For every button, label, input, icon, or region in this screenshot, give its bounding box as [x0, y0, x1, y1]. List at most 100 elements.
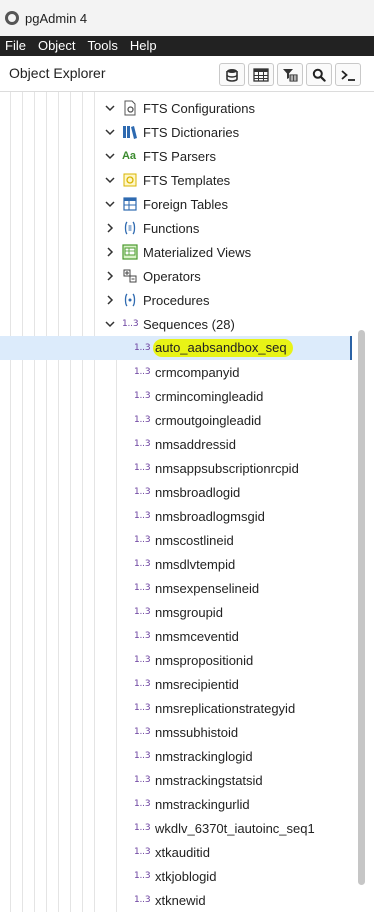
- tree-node-sequence-selected[interactable]: 1..3 auto_aabsandbox_seq: [0, 336, 352, 360]
- sequence-icon: 1..3: [134, 535, 151, 545]
- terminal-icon[interactable]: [335, 63, 361, 86]
- materialized-view-icon: [122, 244, 138, 260]
- tree-node-label: FTS Templates: [143, 172, 231, 188]
- tree-node-fts-dictionaries[interactable]: FTS Dictionaries: [0, 120, 352, 144]
- chevron-right-icon[interactable]: [104, 294, 116, 306]
- tree-node-procedures[interactable]: Procedures: [0, 288, 352, 312]
- tree-node-label: Procedures: [143, 292, 210, 308]
- sequence-icon: 1..3: [134, 583, 151, 593]
- fts-parser-icon: Aa: [121, 150, 137, 162]
- sequence-label: nmsgroupid: [155, 604, 223, 620]
- sequence-label: nmsexpenselineid: [155, 580, 260, 596]
- tree-node-sequence[interactable]: 1..3 nmsbroadlogid: [0, 480, 352, 504]
- tree-node-sequence[interactable]: 1..3 nmsappsubscriptionrcpid: [0, 456, 352, 480]
- tree-node-functions[interactable]: Functions: [0, 216, 352, 240]
- tree-node-sequence[interactable]: 1..3 nmsrecipientid: [0, 672, 352, 696]
- fts-template-icon: [122, 172, 138, 188]
- sequence-icon: 1..3: [134, 631, 151, 641]
- chevron-down-icon[interactable]: [104, 174, 116, 186]
- menu-bar: File Object Tools Help: [0, 36, 374, 56]
- sequence-icon: 1..3: [134, 775, 151, 785]
- title-bar: pgAdmin 4: [0, 0, 374, 36]
- sequence-icon: 1..3: [134, 343, 151, 353]
- sequence-icon: 1..3: [134, 439, 151, 449]
- chevron-right-icon[interactable]: [104, 222, 116, 234]
- sequence-icon: 1..3: [134, 487, 151, 497]
- tree-node-sequence[interactable]: 1..3 crmcompanyid: [0, 360, 352, 384]
- sequence-label: crmcompanyid: [155, 364, 240, 380]
- tree-node-sequence[interactable]: 1..3 nmsgroupid: [0, 600, 352, 624]
- sequence-icon: 1..3: [134, 823, 151, 833]
- explorer-toolbar: [219, 63, 361, 86]
- fts-dictionary-icon: [122, 124, 138, 140]
- tree-node-sequence[interactable]: 1..3 nmspropositionid: [0, 648, 352, 672]
- tree-node-sequence[interactable]: 1..3 nmsbroadlogmsgid: [0, 504, 352, 528]
- sequence-icon: 1..3: [134, 679, 151, 689]
- sequence-label: nmsmceventid: [155, 628, 239, 644]
- tree-node-sequence[interactable]: 1..3 nmsreplicationstrategyid: [0, 696, 352, 720]
- chevron-down-icon[interactable]: [104, 126, 116, 138]
- tree-node-sequence[interactable]: 1..3 nmsexpenselineid: [0, 576, 352, 600]
- sequence-label: nmssubhistoid: [155, 724, 239, 740]
- tree-node-sequence[interactable]: 1..3 crmincomingleadid: [0, 384, 352, 408]
- fts-configuration-icon: [122, 100, 138, 116]
- table-grid-icon[interactable]: [248, 63, 274, 86]
- tree-node-foreign-tables[interactable]: Foreign Tables: [0, 192, 352, 216]
- tree-node-sequence[interactable]: 1..3 crmoutgoingleadid: [0, 408, 352, 432]
- search-icon[interactable]: [306, 63, 332, 86]
- menu-tools[interactable]: Tools: [82, 36, 124, 56]
- menu-help[interactable]: Help: [124, 36, 163, 56]
- sequence-icon: 1..3: [134, 463, 151, 473]
- filter-table-icon[interactable]: [277, 63, 303, 86]
- menu-file[interactable]: File: [0, 36, 32, 56]
- chevron-right-icon[interactable]: [104, 246, 116, 258]
- sequence-icon: 1..3: [134, 871, 151, 881]
- tree-node-fts-templates[interactable]: FTS Templates: [0, 168, 352, 192]
- tree-node-sequence[interactable]: 1..3 nmsmceventid: [0, 624, 352, 648]
- chevron-down-icon[interactable]: [104, 102, 116, 114]
- sequence-icon: 1..3: [134, 655, 151, 665]
- tree-node-sequence[interactable]: 1..3 nmstrackinglogid: [0, 744, 352, 768]
- tree-node-fts-parsers[interactable]: Aa FTS Parsers: [0, 144, 352, 168]
- tree-node-label: FTS Configurations: [143, 100, 255, 116]
- tree-node-label: Foreign Tables: [143, 196, 229, 212]
- tree-node-sequence[interactable]: 1..3 nmsaddressid: [0, 432, 352, 456]
- panel-title: Object Explorer: [9, 65, 106, 81]
- tree-node-sequence[interactable]: 1..3 nmscostlineid: [0, 528, 352, 552]
- sequence-label: nmsbroadlogid: [155, 484, 241, 500]
- tree-node-operators[interactable]: Operators: [0, 264, 352, 288]
- chevron-down-icon[interactable]: [104, 150, 116, 162]
- sequence-label: crmincomingleadid: [155, 388, 264, 404]
- scrollbar-thumb[interactable]: [358, 330, 365, 885]
- sequence-label: wkdlv_6370t_iautoinc_seq1: [155, 820, 315, 836]
- chevron-right-icon[interactable]: [104, 270, 116, 282]
- sequence-label: xtkjoblogid: [155, 868, 217, 884]
- sequence-label: nmsrecipientid: [155, 676, 239, 692]
- sequence-label: nmsreplicationstrategyid: [155, 700, 296, 716]
- app-title: pgAdmin 4: [25, 10, 88, 26]
- tree-node-sequence[interactable]: 1..3 xtkjoblogid: [0, 864, 352, 888]
- tree-node-sequence[interactable]: 1..3 xtkauditid: [0, 840, 352, 864]
- database-icon[interactable]: [219, 63, 245, 86]
- tree-node-sequence[interactable]: 1..3 nmstrackingurlid: [0, 792, 352, 816]
- tree-node-sequence[interactable]: 1..3 nmstrackingstatsid: [0, 768, 352, 792]
- sequence-icon: 1..3: [134, 703, 151, 713]
- tree-node-label: Materialized Views: [143, 244, 252, 260]
- chevron-down-icon[interactable]: [104, 318, 116, 330]
- procedure-icon: [122, 292, 138, 308]
- tree-node-fts-configurations[interactable]: FTS Configurations: [0, 96, 352, 120]
- tree-node-label: Functions: [143, 220, 200, 236]
- tree-node-sequence[interactable]: 1..3 nmsdlvtempid: [0, 552, 352, 576]
- sequence-icon: 1..3: [122, 319, 139, 329]
- menu-object[interactable]: Object: [32, 36, 82, 56]
- object-tree: FTS Configurations FTS Dictionaries Aa F…: [0, 92, 374, 912]
- chevron-down-icon[interactable]: [104, 198, 116, 210]
- tree-node-sequence[interactable]: 1..3 wkdlv_6370t_iautoinc_seq1: [0, 816, 352, 840]
- tree-node-label: Operators: [143, 268, 201, 284]
- tree-node-sequence[interactable]: 1..3 xtknewid: [0, 888, 352, 912]
- tree-node-sequence[interactable]: 1..3 nmssubhistoid: [0, 720, 352, 744]
- tree-node-sequences[interactable]: 1..3 Sequences (28): [0, 312, 352, 336]
- sequence-label: xtkauditid: [155, 844, 210, 860]
- tree-node-materialized-views[interactable]: Materialized Views: [0, 240, 352, 264]
- operator-icon: [122, 268, 138, 284]
